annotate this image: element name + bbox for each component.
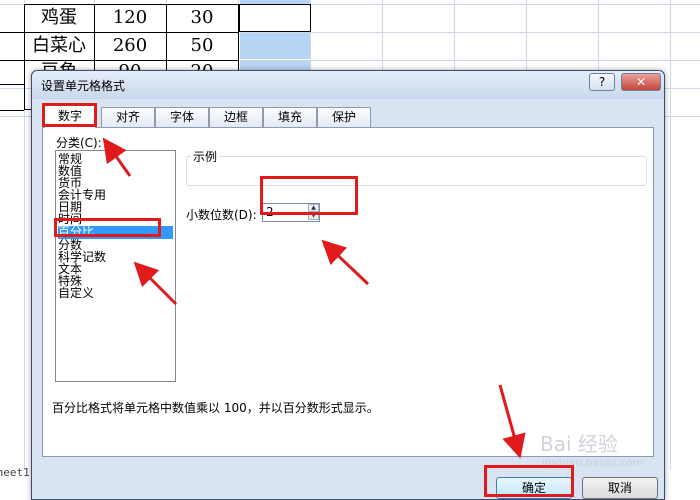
annotation-arrows <box>102 137 526 459</box>
arrow-to-ok <box>498 384 526 459</box>
arrow-to-percentage <box>133 261 178 306</box>
arrow-to-category-label <box>102 137 132 177</box>
arrow-to-decimals <box>321 239 370 286</box>
